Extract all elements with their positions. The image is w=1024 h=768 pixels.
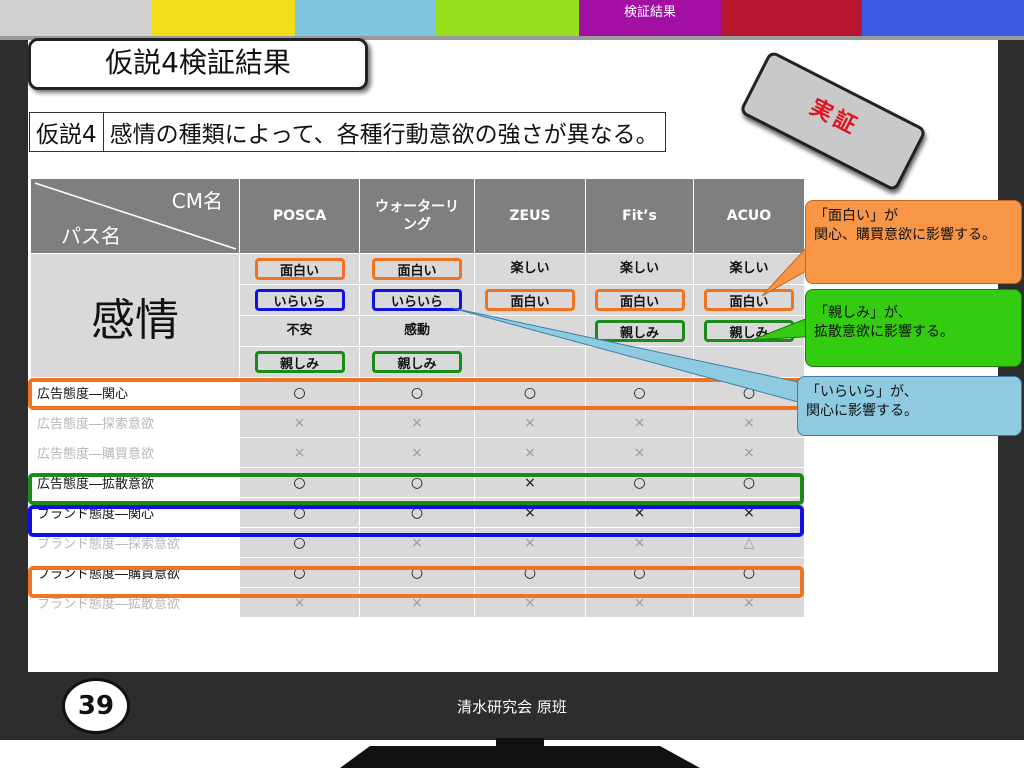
page-number: 39 [62, 678, 130, 734]
callout-omoshiroi: 「面白い」が 関心、購買意欲に影響する。 [805, 200, 1022, 284]
footer-text: 清水研究会 原班 [457, 698, 567, 716]
callout-iraira: 「いらいら」が、 関心に影響する。 [797, 376, 1022, 436]
callout-shitashimi: 「親しみ」が、 拡散意欲に影響する。 [805, 289, 1022, 367]
pointer-blue [451, 307, 799, 403]
